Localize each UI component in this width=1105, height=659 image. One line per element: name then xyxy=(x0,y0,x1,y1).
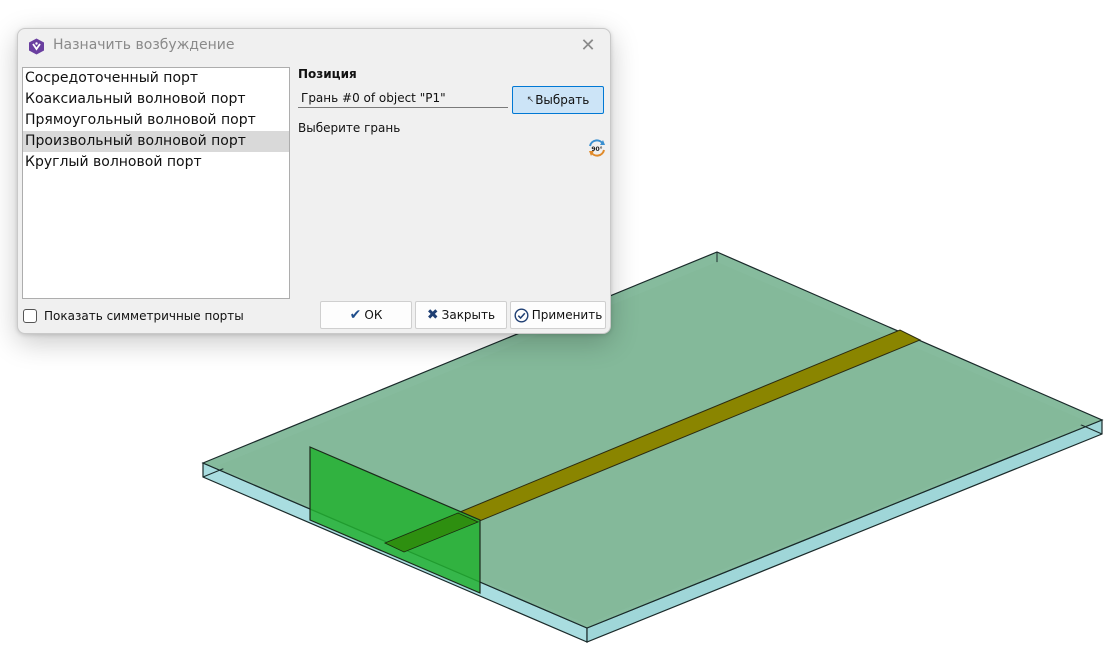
rotate-90-label: 90° xyxy=(591,146,602,153)
close-button-label: Закрыть xyxy=(441,308,496,322)
apply-button-label: Применить xyxy=(531,308,603,322)
list-item[interactable]: Коаксиальный волновой порт xyxy=(23,89,289,110)
list-item-selected[interactable]: Произвольный волновой порт xyxy=(23,131,289,152)
x-icon: ✖ xyxy=(426,307,439,323)
list-item[interactable]: Круглый волновой порт xyxy=(23,152,289,173)
port-type-list[interactable]: Сосредоточенный порт Коаксиальный волнов… xyxy=(22,67,290,299)
position-section-title: Позиция xyxy=(298,67,357,81)
rotate-90-icon[interactable]: 90° xyxy=(586,137,608,159)
show-symmetric-ports-label: Показать симметричные порты xyxy=(44,309,244,323)
app-logo-icon xyxy=(29,38,44,55)
position-face-field[interactable]: Грань #0 of object "P1" xyxy=(298,88,508,108)
close-button[interactable]: ✖ Закрыть xyxy=(415,301,507,329)
list-item[interactable]: Прямоугольный волновой порт xyxy=(23,110,289,131)
select-face-button[interactable]: ↖ Выбрать xyxy=(512,86,604,114)
select-face-hint: Выберите грань xyxy=(298,121,401,135)
checkmark-icon: ✔ xyxy=(349,307,362,323)
assign-excitation-dialog: Назначить возбуждение ✕ Сосредоточенный … xyxy=(17,28,611,334)
dialog-title: Назначить возбуждение xyxy=(53,37,235,53)
dialog-titlebar[interactable]: Назначить возбуждение ✕ xyxy=(18,29,610,63)
apply-button[interactable]: Применить xyxy=(510,301,606,329)
show-symmetric-ports-checkbox[interactable] xyxy=(23,309,37,323)
ok-button[interactable]: ✔ ОК xyxy=(320,301,412,329)
list-item[interactable]: Сосредоточенный порт xyxy=(23,68,289,89)
cursor-pick-icon: ↖ xyxy=(526,95,535,105)
select-face-button-label: Выбрать xyxy=(535,93,590,107)
close-icon[interactable]: ✕ xyxy=(576,34,600,58)
circle-check-icon xyxy=(514,307,529,323)
show-symmetric-ports-toggle[interactable]: Показать симметричные порты xyxy=(23,307,244,325)
ok-button-label: ОК xyxy=(364,308,383,322)
